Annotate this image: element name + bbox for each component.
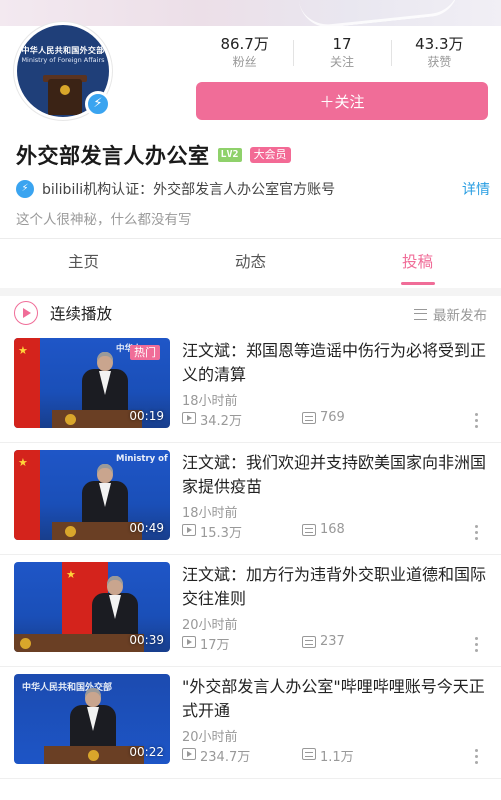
danmaku-icon [302, 636, 316, 648]
video-duration: 00:22 [129, 745, 164, 759]
video-item[interactable]: Ministry of 00:49 汪文斌：我们欢迎并支持欧美国家向非洲国家提供… [0, 443, 501, 555]
more-options-icon[interactable] [475, 637, 479, 653]
emblem-icon [60, 85, 70, 95]
certification-text: bilibili机构认证：外交部发言人办公室官方账号 [42, 182, 336, 198]
divider [0, 238, 501, 239]
hot-badge: 热门 [130, 345, 160, 360]
continuous-play-button[interactable]: 连续播放 [50, 302, 112, 324]
video-duration: 00:49 [129, 521, 164, 535]
stat-value: 17 [332, 35, 352, 53]
stat-label: 粉丝 [232, 55, 257, 69]
video-title[interactable]: "外交部发言人办公室"哔哩哔哩账号今天正式开通 [182, 675, 492, 723]
video-time: 18小时前 [182, 394, 238, 409]
stat-fans[interactable]: 86.7万 粉丝 [196, 34, 293, 74]
video-duration: 00:19 [129, 409, 164, 423]
video-title[interactable]: 汪文斌：郑国恩等造谣中伤行为必将受到正义的清算 [182, 339, 492, 387]
certification-lightning-icon: ⚡ [16, 180, 34, 198]
play-count-icon [182, 524, 196, 536]
more-options-icon[interactable] [475, 525, 479, 541]
video-stats: 15.3万 168 [182, 522, 492, 541]
stat-likes[interactable]: 43.3万 获赞 [390, 34, 488, 74]
video-stats: 17万 237 [182, 634, 492, 653]
play-circle-icon[interactable] [14, 301, 38, 325]
section-divider [0, 288, 501, 296]
view-count: 15.3万 [200, 526, 242, 541]
video-stats: 234.7万 1.1万 [182, 746, 492, 765]
avatar-text: 中华人民共和国外交部 [21, 46, 105, 55]
profile-tabs: 主页 动态 投稿 [0, 240, 501, 288]
stat-value: 43.3万 [415, 35, 464, 53]
stat-label: 关注 [329, 55, 354, 69]
danmaku-icon [302, 524, 316, 536]
video-item[interactable]: 00:39 汪文斌：加方行为违背外交职业道德和国际交往准则 20小时前 17万 … [0, 555, 501, 667]
danmaku-icon [302, 748, 316, 760]
level-badge: LV2 [217, 148, 242, 162]
sort-list-icon [414, 308, 427, 320]
profile-bio: 这个人很神秘，什么都没有写 [16, 212, 192, 228]
more-options-icon[interactable] [475, 749, 479, 765]
play-count-icon [182, 636, 196, 648]
certification-row: ⚡ bilibili机构认证：外交部发言人办公室官方账号 详情 [16, 178, 490, 200]
play-count-icon [182, 412, 196, 424]
stat-label: 获赞 [427, 55, 452, 69]
stat-following[interactable]: 17 关注 [293, 34, 390, 74]
profile-stats: 86.7万 粉丝 17 关注 43.3万 获赞 [196, 34, 488, 74]
video-thumbnail[interactable]: Ministry of 00:49 [14, 450, 170, 540]
view-count: 34.2万 [200, 414, 242, 429]
video-stats: 34.2万 769 [182, 410, 492, 429]
tab-uploads[interactable]: 投稿 [334, 240, 501, 288]
sort-button[interactable]: 最新发布 [414, 304, 487, 324]
video-time: 20小时前 [182, 618, 238, 633]
profile-name: 外交部发言人办公室 [16, 144, 210, 168]
video-thumbnail[interactable]: 中华人 热门 00:19 [14, 338, 170, 428]
view-count: 17万 [200, 638, 230, 653]
danmaku-count: 1.1万 [320, 750, 354, 765]
vip-badge[interactable]: 大会员 [249, 147, 291, 163]
video-title[interactable]: 汪文斌：我们欢迎并支持欧美国家向非洲国家提供疫苗 [182, 451, 492, 499]
tab-dynamics[interactable]: 动态 [167, 240, 334, 288]
video-title[interactable]: 汪文斌：加方行为违背外交职业道德和国际交往准则 [182, 563, 492, 611]
video-thumbnail[interactable]: 00:39 [14, 562, 170, 652]
thumbnail-text: Ministry of [116, 454, 168, 464]
video-duration: 00:39 [129, 633, 164, 647]
danmaku-count: 237 [320, 634, 345, 649]
tab-home[interactable]: 主页 [0, 240, 167, 288]
sort-label: 最新发布 [433, 308, 487, 324]
follow-button[interactable]: ＋关注 [196, 82, 488, 120]
video-item[interactable]: 中华人 热门 00:19 汪文斌：郑国恩等造谣中伤行为必将受到正义的清算 18小… [0, 331, 501, 443]
video-item[interactable]: 中华人民共和国外交部 00:22 "外交部发言人办公室"哔哩哔哩账号今天正式开通… [0, 667, 501, 779]
more-options-icon[interactable] [475, 413, 479, 429]
video-time: 20小时前 [182, 730, 238, 745]
view-count: 234.7万 [200, 750, 251, 765]
profile-banner [0, 0, 501, 26]
playlist-bar: 连续播放 最新发布 [0, 296, 501, 330]
video-thumbnail[interactable]: 中华人民共和国外交部 00:22 [14, 674, 170, 764]
stat-value: 86.7万 [220, 35, 269, 53]
danmaku-count: 769 [320, 410, 345, 425]
video-time: 18小时前 [182, 506, 238, 521]
play-count-icon [182, 748, 196, 760]
verified-lightning-icon: ⚡ [85, 91, 111, 117]
danmaku-icon [302, 412, 316, 424]
profile-name-row: 外交部发言人办公室 LV2 大会员 [16, 140, 291, 170]
danmaku-count: 168 [320, 522, 345, 537]
details-link[interactable]: 详情 [462, 179, 490, 199]
avatar-subtext: Ministry of Foreign Affairs [21, 56, 105, 64]
